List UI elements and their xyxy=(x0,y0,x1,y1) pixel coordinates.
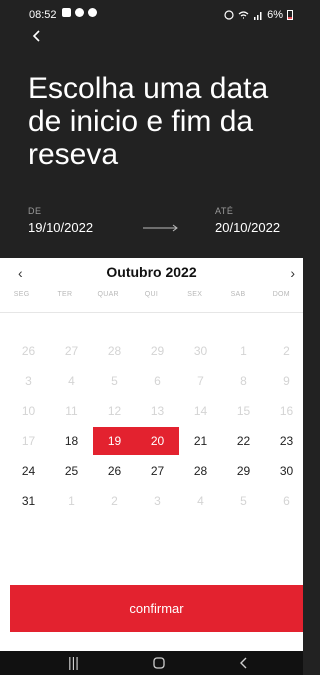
day-cell: 28 xyxy=(107,344,122,358)
wifi-icon xyxy=(238,11,249,19)
day-cell: 2 xyxy=(283,344,290,358)
weekday-header: SEG TER QUAR QUI SEX SAB DOM xyxy=(0,287,303,313)
day-cell: 6 xyxy=(154,374,161,388)
day-cell: 29 xyxy=(150,344,165,358)
back-icon[interactable] xyxy=(238,656,250,670)
android-nav-bar: ||| xyxy=(0,651,303,675)
week-row: 24 25 26 27 28 29 30 xyxy=(7,457,310,485)
confirm-button[interactable]: confirmar xyxy=(10,585,303,632)
day-cell: 5 xyxy=(111,374,118,388)
battery-percent: 6% xyxy=(267,9,283,21)
day-cell: 26 xyxy=(21,344,36,358)
day-cell[interactable]: 31 xyxy=(7,487,50,515)
day-cell: 12 xyxy=(107,404,122,418)
day-cell: 11 xyxy=(65,404,78,418)
weekday-label: SEG xyxy=(13,291,30,298)
day-cell: 1 xyxy=(240,344,247,358)
day-cell[interactable]: 22 xyxy=(222,427,265,455)
recent-apps-icon[interactable]: ||| xyxy=(68,654,79,670)
start-date-value[interactable]: 19/10/2022 xyxy=(28,220,93,235)
end-date-value[interactable]: 20/10/2022 xyxy=(215,220,280,235)
day-cell: 15 xyxy=(236,404,251,418)
week-row: 10 11 12 13 14 15 16 xyxy=(7,397,310,425)
arrow-right-icon xyxy=(143,224,178,232)
day-cell: 5 xyxy=(240,494,247,508)
day-cell: 6 xyxy=(283,494,290,508)
status-right: 6% xyxy=(224,9,293,21)
day-cell: 30 xyxy=(193,344,208,358)
day-cell: 1 xyxy=(68,494,75,508)
week-row: 17 18 19 20 21 22 23 xyxy=(7,427,310,455)
back-arrow-icon[interactable] xyxy=(30,29,44,43)
day-cell: 3 xyxy=(154,494,161,508)
day-cell: 3 xyxy=(25,374,32,388)
month-label: Outubro 2022 xyxy=(106,264,197,280)
day-cell: 17 xyxy=(21,434,36,448)
day-grid: 26 27 28 29 30 1 2 3 4 5 6 7 8 9 10 11 1… xyxy=(7,337,310,517)
weekday-label: QUAR xyxy=(97,291,119,298)
day-cell: 9 xyxy=(283,374,290,388)
day-cell[interactable]: 28 xyxy=(179,457,222,485)
day-cell[interactable]: 26 xyxy=(93,457,136,485)
week-row: 26 27 28 29 30 1 2 xyxy=(7,337,310,365)
app-notification-icon xyxy=(88,8,97,17)
day-cell: 7 xyxy=(197,374,204,388)
start-date-label: DE xyxy=(28,206,42,216)
day-cell[interactable]: 24 xyxy=(7,457,50,485)
day-cell: 2 xyxy=(111,494,118,508)
day-cell: 27 xyxy=(64,344,79,358)
end-date-label: ATÉ xyxy=(215,206,234,216)
day-cell[interactable]: 25 xyxy=(50,457,93,485)
status-bar: 08:52 6% xyxy=(0,0,303,26)
battery-icon xyxy=(287,10,293,20)
status-time: 08:52 xyxy=(29,9,57,21)
day-cell[interactable]: 21 xyxy=(179,427,222,455)
day-cell-selected-end[interactable]: 20 xyxy=(136,427,179,455)
signal-icon xyxy=(254,12,262,20)
alarm-icon xyxy=(224,10,234,20)
day-cell[interactable]: 29 xyxy=(222,457,265,485)
chevron-right-icon[interactable]: › xyxy=(290,265,295,281)
date-range: DE 19/10/2022 ATÉ 20/10/2022 xyxy=(0,206,303,248)
weekday-label: SEX xyxy=(187,291,203,298)
day-cell[interactable]: 23 xyxy=(265,427,308,455)
page-title: Escolha uma data de inicio e fim da rese… xyxy=(28,72,269,171)
notification-icons xyxy=(62,8,97,17)
day-cell[interactable]: 30 xyxy=(265,457,308,485)
day-cell: 8 xyxy=(240,374,247,388)
day-cell[interactable]: 18 xyxy=(50,427,93,455)
day-cell: 13 xyxy=(150,404,165,418)
day-cell: 4 xyxy=(68,374,75,388)
weekday-label: DOM xyxy=(272,291,290,298)
day-cell: 10 xyxy=(21,404,36,418)
week-row: 3 4 5 6 7 8 9 xyxy=(7,367,310,395)
weekday-label: TER xyxy=(57,291,73,298)
day-cell: 16 xyxy=(279,404,294,418)
week-row: 31 1 2 3 4 5 6 xyxy=(7,487,310,515)
gallery-icon xyxy=(62,8,71,17)
home-icon[interactable] xyxy=(152,656,166,670)
weekday-label: SAB xyxy=(230,291,246,298)
weekday-label: QUI xyxy=(144,291,159,298)
calendar-header: ‹ Outubro 2022 › xyxy=(0,258,303,288)
day-cell-selected-start[interactable]: 19 xyxy=(93,427,136,455)
day-cell: 14 xyxy=(193,404,208,418)
eye-icon xyxy=(75,8,84,17)
day-cell[interactable]: 27 xyxy=(136,457,179,485)
day-cell: 4 xyxy=(197,494,204,508)
